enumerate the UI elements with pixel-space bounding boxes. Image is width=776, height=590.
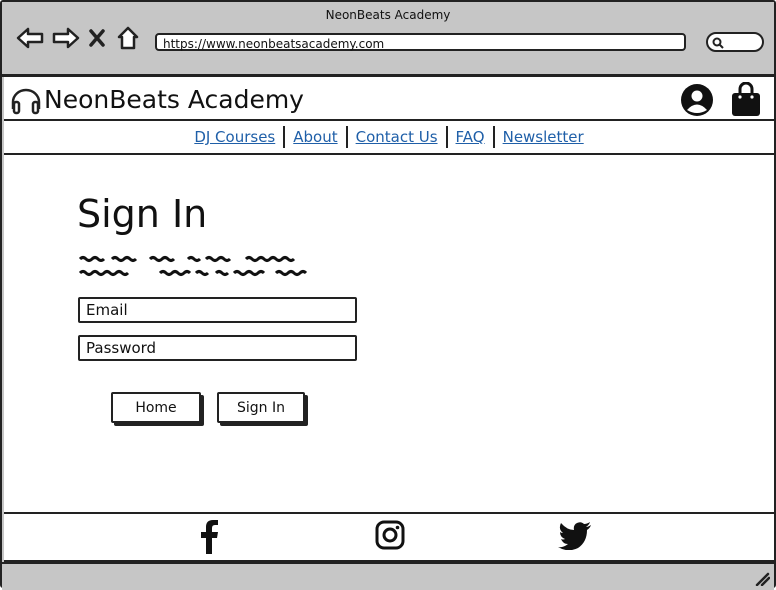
twitter-icon[interactable] (558, 522, 592, 550)
nav-link-newsletter[interactable]: Newsletter (495, 128, 592, 146)
search-icon (712, 37, 724, 49)
instagram-icon[interactable] (375, 520, 405, 550)
site-header: NeonBeats Academy (4, 77, 774, 121)
home-icon[interactable] (114, 24, 142, 52)
nav-link-faq[interactable]: FAQ (448, 128, 493, 146)
sign-in-button[interactable]: Sign In (217, 392, 305, 423)
browser-titlebar: NeonBeats Academy https://www.neonbeatsa… (2, 2, 774, 77)
site-brand[interactable]: NeonBeats Academy (44, 85, 304, 114)
nav-link-dj-courses[interactable]: DJ Courses (186, 128, 283, 146)
nav-link-about[interactable]: About (285, 128, 345, 146)
browser-window: NeonBeats Academy https://www.neonbeatsa… (0, 0, 776, 590)
placeholder-text-scribble (78, 256, 308, 276)
headphones-icon (11, 88, 41, 115)
home-button[interactable]: Home (111, 392, 201, 423)
email-field[interactable]: Email (78, 297, 357, 323)
site-footer (4, 512, 774, 562)
browser-statusbar (2, 562, 774, 590)
page-content: NeonBeats Academy DJ Courses About Conta… (4, 77, 774, 562)
facebook-icon[interactable] (199, 520, 219, 554)
password-field[interactable]: Password (78, 335, 357, 361)
close-icon[interactable] (88, 24, 106, 52)
site-nav: DJ Courses About Contact Us FAQ Newslett… (4, 121, 774, 155)
address-bar[interactable]: https://www.neonbeatsacademy.com (155, 33, 686, 51)
window-title: NeonBeats Academy (325, 8, 451, 22)
user-icon[interactable] (680, 83, 714, 117)
browser-nav-icons (16, 24, 142, 52)
resize-grip-icon[interactable] (754, 572, 770, 586)
browser-search[interactable] (706, 32, 764, 52)
back-arrow-icon[interactable] (16, 24, 44, 52)
forward-arrow-icon[interactable] (52, 24, 80, 52)
shopping-bag-icon[interactable] (730, 82, 762, 118)
page-title: Sign In (77, 192, 208, 236)
nav-link-contact-us[interactable]: Contact Us (348, 128, 446, 146)
